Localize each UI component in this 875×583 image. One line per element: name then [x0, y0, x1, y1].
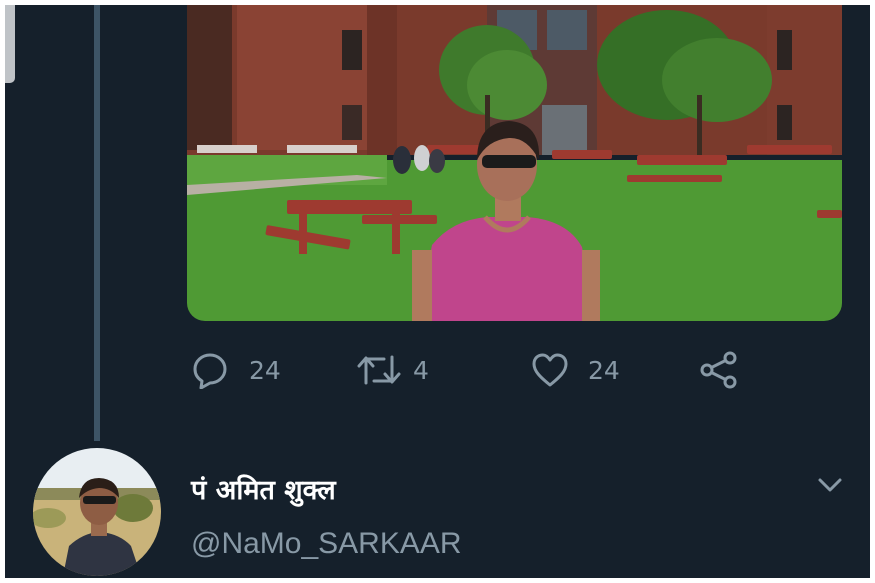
- screen-frame: 24 4 24 पं अमित शुक्ल @NaMo_SARKAAR: [5, 5, 870, 578]
- reply-button[interactable]: 24: [191, 350, 281, 390]
- share-icon: [699, 350, 739, 390]
- reply-tweet[interactable]: पं अमित शुक्ल @NaMo_SARKAAR: [5, 445, 870, 578]
- display-name[interactable]: पं अमित शुक्ल: [191, 470, 336, 507]
- retweet-count: 4: [413, 355, 429, 385]
- tweet-photo[interactable]: [187, 5, 842, 321]
- share-button[interactable]: [699, 350, 739, 390]
- like-count: 24: [588, 355, 620, 385]
- heart-icon: [530, 351, 570, 389]
- retweet-button[interactable]: 4: [357, 350, 429, 390]
- user-handle[interactable]: @NaMo_SARKAAR: [191, 527, 462, 561]
- avatar[interactable]: [33, 448, 161, 576]
- scrollbar-thumb[interactable]: [5, 5, 15, 83]
- retweet-icon: [357, 351, 401, 389]
- reply-count: 24: [249, 355, 281, 385]
- chevron-down-icon[interactable]: [815, 475, 845, 495]
- reply-icon: [191, 351, 229, 389]
- tweet-action-bar: 24 4 24: [5, 350, 870, 390]
- like-button[interactable]: 24: [530, 350, 620, 390]
